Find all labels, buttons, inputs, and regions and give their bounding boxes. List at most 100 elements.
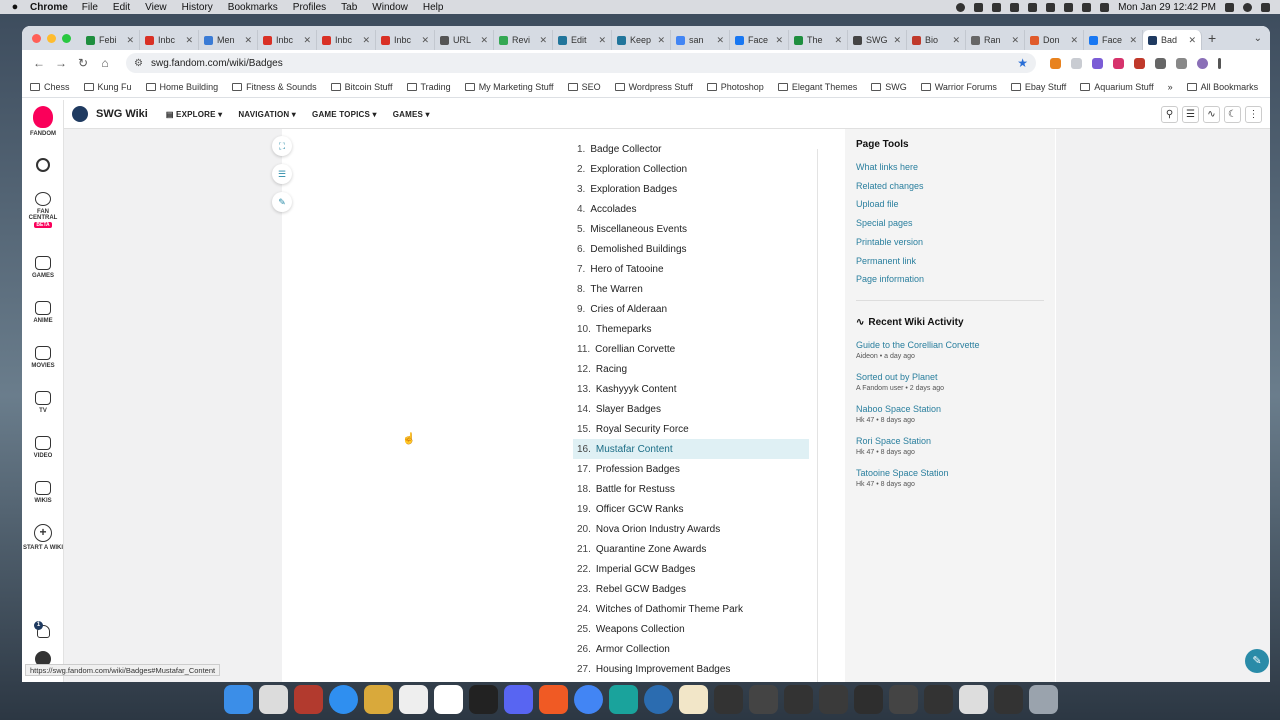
window-thumbnail-9-icon[interactable]: [994, 684, 1023, 714]
recent-activity-link[interactable]: Tatooine Space Station: [856, 468, 949, 478]
tab-close-icon[interactable]: ✕: [716, 35, 724, 46]
wikis-link[interactable]: WIKIS: [22, 481, 64, 504]
profile-avatar-icon[interactable]: [1197, 57, 1208, 69]
tab-close-icon[interactable]: ✕: [480, 35, 488, 46]
menu-edit[interactable]: Edit: [113, 2, 130, 13]
browser-tab[interactable]: The ✕: [789, 30, 848, 50]
screenshot-app-icon[interactable]: [259, 684, 288, 714]
moveout-icon[interactable]: [679, 684, 708, 714]
browser-tab[interactable]: Inbc ✕: [376, 30, 435, 50]
anime-link[interactable]: ANIME: [22, 301, 64, 324]
tab-search-chevron-icon[interactable]: ⌄: [1254, 33, 1262, 44]
chrome-menu-icon[interactable]: [1218, 57, 1221, 69]
fandom-logo[interactable]: FANDOM: [22, 106, 64, 137]
toc-item[interactable]: 19. Officer GCW Ranks: [573, 499, 809, 519]
dark-mode-moon-icon[interactable]: ☾: [1224, 105, 1241, 123]
browser-tab[interactable]: SWG ✕: [848, 30, 907, 50]
nav-navigation[interactable]: NAVIGATION ▾: [238, 110, 296, 119]
browser-tab[interactable]: Inbc ✕: [140, 30, 199, 50]
bookmark-folder[interactable]: Bitcoin Stuff: [330, 82, 393, 92]
minimize-window-button[interactable]: [47, 33, 56, 43]
toc-item[interactable]: 10. Themeparks: [573, 319, 809, 339]
page-tools-link[interactable]: Permanent link: [856, 256, 916, 266]
tab-close-icon[interactable]: ✕: [598, 35, 606, 46]
browser-tab[interactable]: Keep ✕: [612, 30, 671, 50]
browser-tab[interactable]: Men ✕: [199, 30, 258, 50]
window-thumbnail-4-icon[interactable]: [819, 684, 848, 714]
tab-close-icon[interactable]: ✕: [126, 35, 134, 46]
fan-central-link[interactable]: FAN CENTRAL BETA: [22, 192, 64, 228]
toc-item[interactable]: 27. Housing Improvement Badges: [573, 659, 809, 679]
tv-link[interactable]: TV: [22, 391, 64, 414]
photo-booth-icon[interactable]: [294, 684, 323, 714]
discord-icon[interactable]: [504, 684, 533, 714]
all-bookmarks-folder[interactable]: All Bookmarks: [1186, 82, 1258, 92]
nav-games[interactable]: GAMES ▾: [393, 110, 430, 119]
side-panel-icon[interactable]: [1176, 57, 1187, 69]
site-info-icon[interactable]: ⚙: [134, 58, 143, 69]
metamask-extension-icon[interactable]: [1050, 57, 1061, 69]
swg-wiki-logo[interactable]: [72, 106, 88, 122]
trash-icon[interactable]: [1029, 684, 1058, 714]
nav-game-topics[interactable]: GAME TOPICS ▾: [312, 110, 377, 119]
browser-tab[interactable]: Don ✕: [1025, 30, 1084, 50]
extension-x-icon[interactable]: [1113, 57, 1124, 69]
notes-app-icon[interactable]: [364, 684, 393, 714]
movies-link[interactable]: MOVIES: [22, 346, 64, 369]
tab-close-icon[interactable]: ✕: [1188, 35, 1196, 46]
siri-icon[interactable]: [1243, 2, 1252, 12]
browser-tab[interactable]: Face ✕: [1084, 30, 1143, 50]
toc-item[interactable]: 2. Exploration Collection: [573, 159, 809, 179]
bookmarks-overflow-chevron-icon[interactable]: »: [1168, 82, 1173, 92]
spotlight-search-icon[interactable]: [1225, 2, 1234, 12]
window-thumbnail-8-icon[interactable]: [959, 684, 988, 714]
notifications-button[interactable]: 1: [22, 621, 64, 641]
expand-icon[interactable]: ⛶: [272, 136, 292, 156]
browser-tab[interactable]: Inbc ✕: [317, 30, 376, 50]
page-tools-link[interactable]: What links here: [856, 162, 918, 172]
browser-tab[interactable]: Febi ✕: [81, 30, 140, 50]
page-tools-link[interactable]: Related changes: [856, 181, 924, 191]
window-thumbnail-6-icon[interactable]: [889, 684, 918, 714]
menu-tab[interactable]: Tab: [341, 2, 357, 13]
bookmark-folder[interactable]: My Marketing Stuff: [464, 82, 554, 92]
safari-icon[interactable]: [329, 684, 358, 714]
toc-item[interactable]: 5. Miscellaneous Events: [573, 219, 809, 239]
bookmark-folder[interactable]: Wordpress Stuff: [614, 82, 693, 92]
tab-close-icon[interactable]: ✕: [1070, 35, 1078, 46]
page-tools-link[interactable]: Upload file: [856, 199, 899, 209]
keyboard-icon[interactable]: [992, 2, 1002, 12]
browser-tab[interactable]: Edit ✕: [553, 30, 612, 50]
edit-fab-pen-icon[interactable]: ✎: [1245, 649, 1269, 673]
toc-item[interactable]: 17. Profession Badges: [573, 459, 809, 479]
toc-item[interactable]: 14. Slayer Badges: [573, 399, 809, 419]
wiki-name[interactable]: SWG Wiki: [96, 108, 148, 120]
tab-close-icon[interactable]: ✕: [775, 35, 783, 46]
browser-tab[interactable]: Bio ✕: [907, 30, 966, 50]
dropbox-icon[interactable]: [1046, 2, 1056, 12]
tab-close-icon[interactable]: ✕: [1129, 35, 1137, 46]
tab-close-icon[interactable]: ✕: [185, 35, 193, 46]
edit-pencil-icon[interactable]: ✎: [272, 192, 292, 212]
finder-icon[interactable]: [224, 684, 253, 714]
forward-button[interactable]: →: [50, 56, 72, 70]
record-icon[interactable]: [956, 2, 966, 12]
toc-item[interactable]: 24. Witches of Dathomir Theme Park: [573, 599, 809, 619]
toc-item[interactable]: 22. Imperial GCW Badges: [573, 559, 809, 579]
keyboard-icon-2[interactable]: [1010, 2, 1020, 12]
k-app-icon[interactable]: [974, 2, 984, 12]
toc-item[interactable]: 8. The Warren: [573, 279, 809, 299]
play-icon[interactable]: [1064, 2, 1074, 12]
bookmark-folder[interactable]: Ebay Stuff: [1010, 82, 1066, 92]
toc-item[interactable]: 3. Exploration Badges: [573, 179, 809, 199]
tab-close-icon[interactable]: ✕: [244, 35, 252, 46]
browser-tab[interactable]: Ran ✕: [966, 30, 1025, 50]
bookmark-folder[interactable]: Photoshop: [706, 82, 764, 92]
bookmark-folder[interactable]: Chess: [30, 82, 70, 92]
toc-item[interactable]: 26. Armor Collection: [573, 639, 809, 659]
recent-activity-link[interactable]: Sorted out by Planet: [856, 372, 944, 382]
browser-tab[interactable]: URL ✕: [435, 30, 494, 50]
bookmark-folder[interactable]: Home Building: [145, 82, 218, 92]
bookmark-folder[interactable]: Aquarium Stuff: [1080, 82, 1154, 92]
address-bar-url[interactable]: swg.fandom.com/wiki/Badges: [151, 58, 283, 69]
